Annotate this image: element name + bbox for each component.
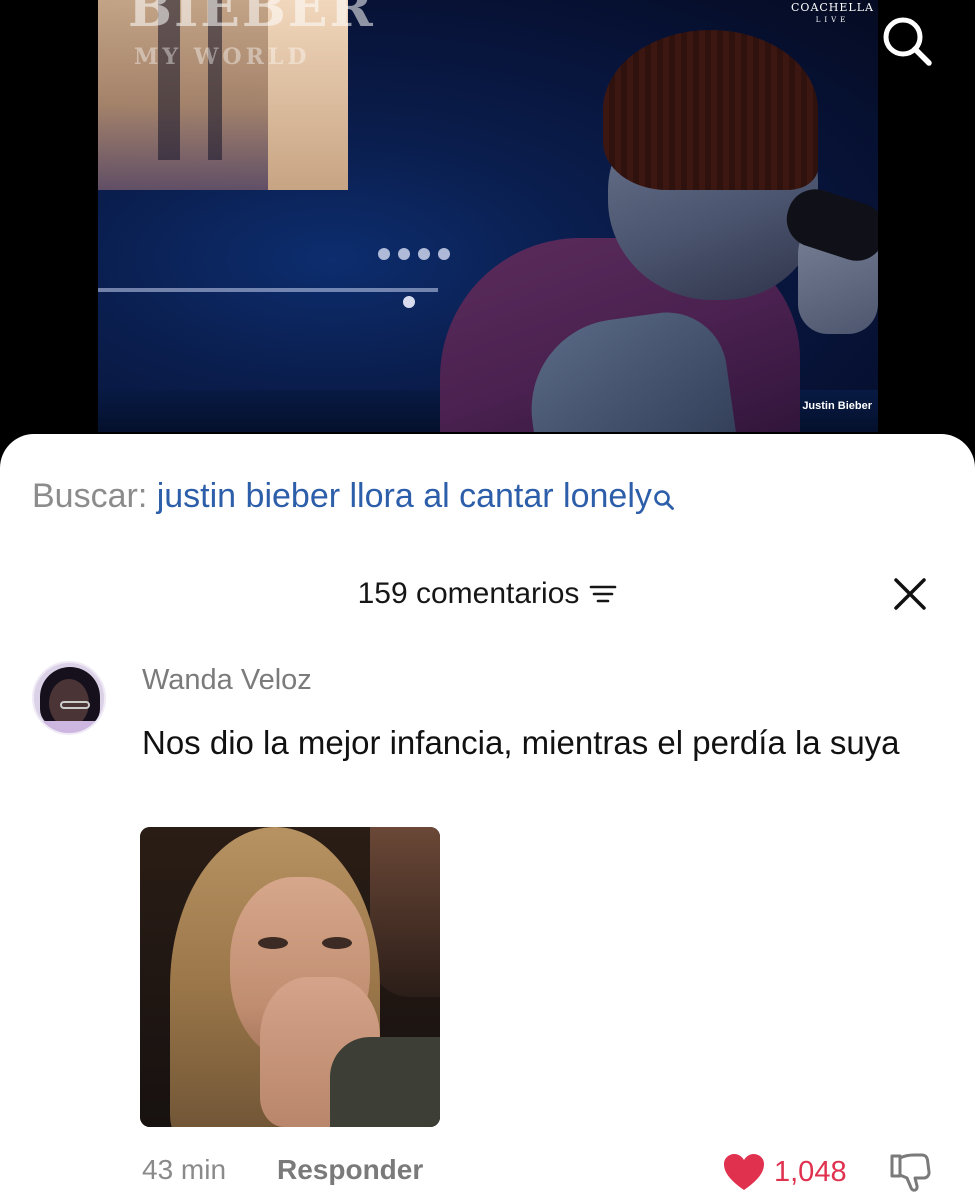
stage-light-line bbox=[98, 288, 438, 292]
singer-beanie bbox=[603, 30, 818, 190]
brand-watermark: COACHELLA LIVE bbox=[791, 2, 874, 26]
video-player[interactable]: BIEBER MY WORLD COACHELLA LIVE Justin Bi… bbox=[0, 0, 975, 440]
search-button[interactable] bbox=[876, 10, 938, 72]
comment-username[interactable]: Wanda Veloz bbox=[142, 664, 312, 697]
heart-icon bbox=[724, 1154, 764, 1190]
close-icon bbox=[894, 578, 926, 610]
comments-count: 159 comentarios bbox=[357, 577, 580, 610]
stage-logo-subtext: MY WORLD bbox=[134, 44, 311, 70]
search-icon bbox=[883, 17, 932, 66]
gif-eye bbox=[258, 937, 288, 949]
comment-text: Nos dio la mejor infancia, mientras el p… bbox=[142, 724, 900, 761]
avatar-glasses bbox=[60, 701, 90, 709]
video-caption-tag: Justin Bieber bbox=[802, 400, 872, 412]
avatar[interactable] bbox=[32, 661, 106, 735]
search-suggestion-query[interactable]: justin bieber llora al cantar lonely bbox=[157, 477, 652, 515]
thumbs-down-icon bbox=[890, 1153, 931, 1192]
dislike-button[interactable] bbox=[886, 1152, 934, 1192]
brand-watermark-sub: LIVE bbox=[815, 16, 850, 24]
reply-button[interactable]: Responder bbox=[277, 1154, 423, 1186]
search-small-icon bbox=[653, 480, 675, 520]
gif-jacket bbox=[330, 1037, 440, 1127]
like-button[interactable]: 1,048 bbox=[722, 1152, 847, 1192]
comments-header: 159 comentarios bbox=[0, 574, 975, 614]
stage-logo-text: BIEBER bbox=[128, 0, 375, 39]
stage-light bbox=[403, 296, 415, 308]
comment-timestamp: 43 min bbox=[142, 1154, 227, 1185]
video-frame[interactable]: BIEBER MY WORLD COACHELLA LIVE Justin Bi… bbox=[98, 0, 878, 432]
like-count: 1,048 bbox=[774, 1155, 847, 1188]
comments-sheet: Buscar: justin bieber llora al cantar lo… bbox=[0, 434, 975, 1200]
gif-eye bbox=[322, 937, 352, 949]
sort-filter-icon[interactable] bbox=[589, 583, 617, 605]
comment-gif-image[interactable] bbox=[140, 827, 440, 1127]
search-suggestion-prefix: Buscar: bbox=[32, 477, 157, 515]
close-button[interactable] bbox=[888, 572, 932, 616]
stage-lights bbox=[378, 248, 478, 262]
gif-background-person bbox=[370, 827, 440, 997]
search-suggestion-link[interactable]: Buscar: justin bieber llora al cantar lo… bbox=[32, 476, 675, 520]
avatar-shirt bbox=[34, 721, 104, 733]
brand-watermark-title: COACHELLA bbox=[791, 1, 874, 14]
comment-meta-row: 43 min Responder 1,048 bbox=[142, 1152, 942, 1192]
